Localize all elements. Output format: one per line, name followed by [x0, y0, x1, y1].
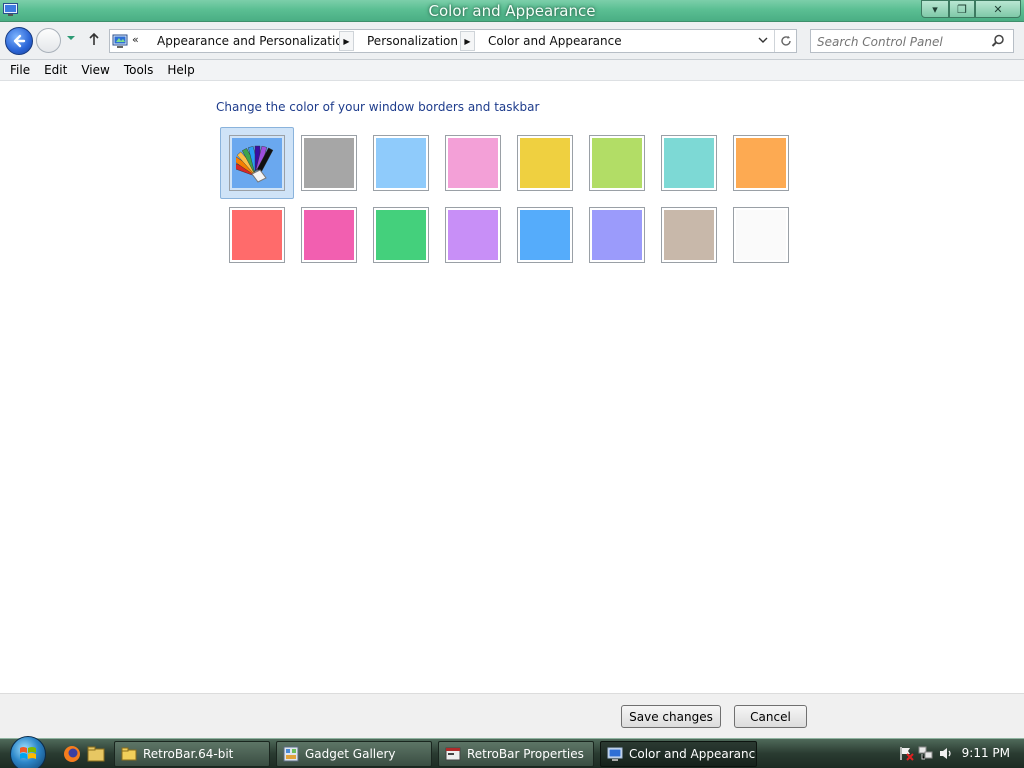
back-button[interactable]	[5, 27, 33, 55]
close-button[interactable]: ✕	[975, 0, 1021, 18]
menu-edit[interactable]: Edit	[39, 63, 72, 77]
swatch-fill	[736, 138, 786, 188]
window-controls: ▾ ❐ ✕	[921, 0, 1021, 18]
up-button[interactable]	[88, 31, 102, 49]
breadcrumb-separator[interactable]: ▶	[460, 31, 475, 51]
control-panel-icon	[112, 34, 128, 48]
control-panel-icon	[607, 747, 623, 761]
color-swatch-pink[interactable]	[445, 135, 501, 191]
action-center-flag-icon[interactable]	[899, 746, 914, 761]
search-input[interactable]	[817, 33, 987, 50]
taskbar-button-gadget-gallery[interactable]: Gadget Gallery	[276, 741, 432, 767]
swatch-fill	[592, 210, 642, 260]
color-swatch-yellow[interactable]	[517, 135, 573, 191]
color-swatch-lime[interactable]	[589, 135, 645, 191]
swatch-fill	[232, 210, 282, 260]
minimize-button[interactable]: ▾	[921, 0, 949, 18]
color-swatch-gray[interactable]	[301, 135, 357, 191]
color-swatch-teal[interactable]	[661, 135, 717, 191]
address-dropdown[interactable]	[758, 34, 768, 47]
color-swatch-violet[interactable]	[445, 207, 501, 263]
breadcrumb-personalization[interactable]: Personalization	[367, 34, 458, 48]
volume-icon[interactable]	[938, 746, 953, 761]
color-swatch-green[interactable]	[373, 207, 429, 263]
address-bar[interactable]: « Appearance and Personalization ▶ Perso…	[109, 29, 797, 53]
task-label: RetroBar.64-bit	[143, 747, 234, 761]
chevron-down-icon	[67, 36, 75, 40]
window-title: Color and Appearance	[428, 2, 596, 20]
chevron-down-icon	[758, 37, 768, 43]
taskbar-button-color-appearance[interactable]: Color and Appearance	[600, 741, 757, 767]
menu-tools[interactable]: Tools	[119, 63, 159, 77]
color-swatch-custom[interactable]	[229, 135, 285, 191]
up-arrow-icon	[89, 32, 99, 45]
color-swatch-red[interactable]	[229, 207, 285, 263]
recent-pages-dropdown[interactable]	[66, 34, 78, 46]
task-label: Color and Appearance	[629, 747, 757, 761]
swatch-fill	[592, 138, 642, 188]
taskbar: RetroBar.64-bit Gadget Gallery RetroBar …	[0, 736, 1024, 768]
properties-icon	[445, 747, 461, 761]
windows-logo-icon	[20, 747, 36, 759]
folder-icon	[121, 747, 137, 761]
swatch-fill	[520, 210, 570, 260]
maximize-button[interactable]: ❐	[949, 0, 975, 18]
color-swatch-taupe[interactable]	[661, 207, 717, 263]
swatch-fill	[304, 210, 354, 260]
swatch-fill	[304, 138, 354, 188]
navigation-bar: « Appearance and Personalization ▶ Perso…	[0, 22, 1024, 60]
page-heading: Change the color of your window borders …	[216, 100, 540, 114]
system-tray: 9:11 PM	[896, 739, 1024, 768]
menu-help[interactable]: Help	[162, 63, 199, 77]
breadcrumb-overflow-button[interactable]: «	[132, 33, 139, 46]
color-swatch-white[interactable]	[733, 207, 789, 263]
network-icon[interactable]	[918, 746, 933, 761]
refresh-icon	[780, 35, 791, 46]
color-swatch-periwinkle[interactable]	[589, 207, 645, 263]
refresh-button[interactable]	[774, 30, 796, 52]
task-label: RetroBar Properties	[467, 747, 584, 761]
search-icon[interactable]	[991, 34, 1005, 48]
swatch-fill	[376, 210, 426, 260]
breadcrumb-appearance-personalization[interactable]: Appearance and Personalization	[157, 34, 350, 48]
cancel-button[interactable]: Cancel	[734, 705, 807, 728]
task-label: Gadget Gallery	[305, 747, 396, 761]
swatch-fill	[448, 210, 498, 260]
show-desktop-icon[interactable]	[87, 745, 105, 763]
swatch-fill	[664, 138, 714, 188]
breadcrumb-separator[interactable]: ▶	[339, 31, 354, 51]
color-palette-icon	[236, 145, 274, 183]
color-swatch-magenta[interactable]	[301, 207, 357, 263]
main-content: Change the color of your window borders …	[0, 82, 1024, 693]
save-changes-button[interactable]: Save changes	[621, 705, 721, 728]
clock[interactable]: 9:11 PM	[962, 746, 1010, 760]
swatch-fill	[664, 210, 714, 260]
start-button[interactable]	[10, 736, 46, 768]
swatch-fill	[736, 210, 786, 260]
search-box[interactable]	[810, 29, 1014, 53]
swatch-fill	[448, 138, 498, 188]
color-swatch-sky[interactable]	[373, 135, 429, 191]
menu-file[interactable]: File	[5, 63, 35, 77]
color-swatch-blue[interactable]	[517, 207, 573, 263]
color-swatch-orange[interactable]	[733, 135, 789, 191]
gadget-icon	[283, 746, 299, 762]
forward-button[interactable]	[36, 28, 61, 53]
menu-bar: File Edit View Tools Help	[0, 60, 1024, 81]
swatch-fill	[376, 138, 426, 188]
swatch-fill	[520, 138, 570, 188]
back-arrow-icon	[13, 34, 26, 48]
firefox-icon[interactable]	[63, 745, 81, 763]
title-bar: Color and Appearance ▾ ❐ ✕	[0, 0, 1024, 22]
taskbar-button-retrobar[interactable]: RetroBar.64-bit	[114, 741, 270, 767]
taskbar-button-retrobar-properties[interactable]: RetroBar Properties	[438, 741, 594, 767]
breadcrumb-color-appearance[interactable]: Color and Appearance	[488, 34, 622, 48]
menu-view[interactable]: View	[76, 63, 114, 77]
dialog-footer: Save changes Cancel	[0, 693, 1024, 738]
